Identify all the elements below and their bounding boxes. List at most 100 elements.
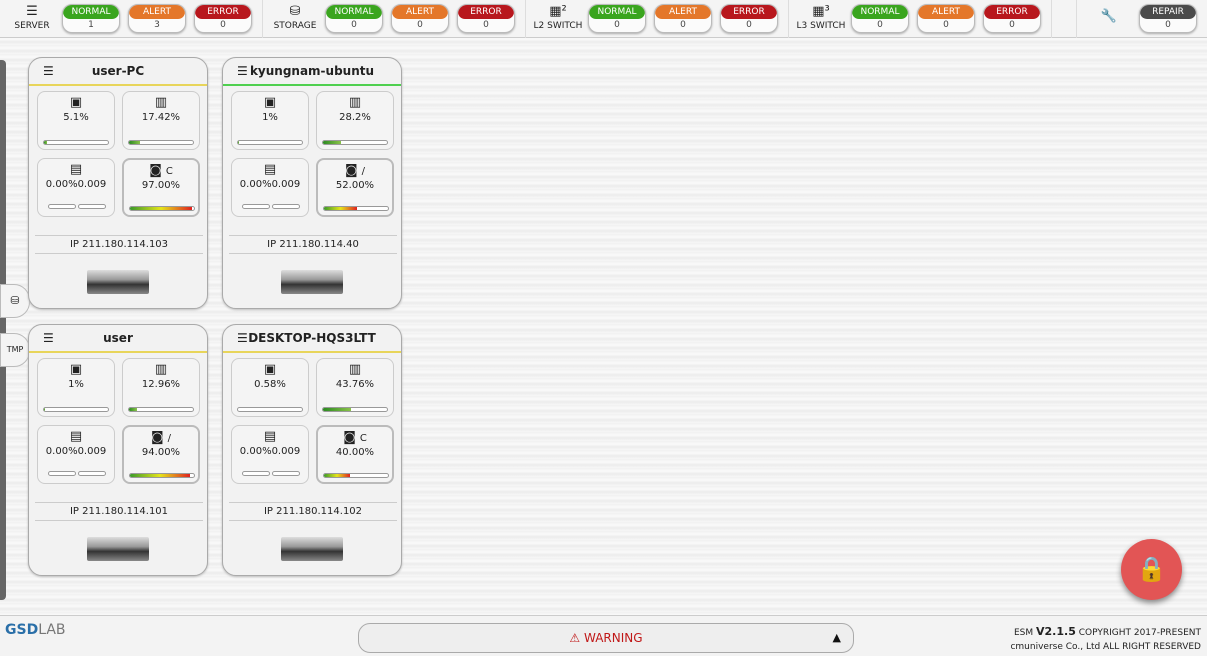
status-count-value: 0 [1009,20,1015,30]
status-group-heading: ☰ SERVER [6,3,58,31]
status-count-value: 1 [88,20,94,30]
server-card-title[interactable]: ☰ DESKTOP-HQS3LTT [223,325,401,353]
status-count-error[interactable]: ERROR 0 [457,4,515,33]
disk-usage-fill [130,207,193,210]
storage-search-icon: ⛁ [10,294,20,307]
disk-usage-fill [324,474,350,477]
wrench-icon: 🔧 [1100,8,1118,24]
storage-search-button[interactable]: ⛁ [0,284,30,318]
status-count-normal[interactable]: NORMAL 1 [62,4,120,33]
ip-address: IP 211.180.114.101 [35,502,203,521]
net-tile[interactable]: ▤ 0.00%0.009 [231,158,309,217]
server-image [281,270,343,294]
mem-usage-bar [128,407,194,412]
server-name: user-PC [91,64,145,78]
cpu-usage-fill [238,141,239,144]
expand-up-icon[interactable]: ▲ [833,624,841,652]
disk-usage-bar [323,206,389,211]
status-group-label: L3 SWITCH [796,20,846,31]
cpu-icon: ▣ [263,95,277,110]
net-out-bar [272,471,300,476]
gsd-lab-logo: GSDLAB [5,622,66,638]
server-image [281,537,343,561]
status-count-label: NORMAL [589,5,645,19]
server-card-title[interactable]: ☰ kyungnam-ubuntu [223,58,401,86]
ip-value: 211.180.114.101 [82,506,169,517]
status-group: ▦³ L3 SWITCH NORMAL 0 ALERT 0 ERROR 0 [789,0,1052,38]
footer: GSDLAB ⚠ WARNING ▲ ESM V2.1.5 COPYRIGHT 2… [0,615,1207,656]
mem-tile[interactable]: ▥ 12.96% [122,358,200,417]
status-count-value: 0 [351,20,357,30]
warning-panel-toggle[interactable]: ⚠ WARNING ▲ [358,623,854,653]
server-icon: ☰ [26,3,38,19]
disk-usage-bar [129,206,195,211]
mem-usage-bar [128,140,194,145]
status-count-error[interactable]: ERROR 0 [720,4,778,33]
status-count-label: ERROR [195,5,251,19]
status-count-label: NORMAL [63,5,119,19]
status-count-normal[interactable]: NORMAL 0 [851,4,909,33]
net-tile[interactable]: ▤ 0.00%0.009 [231,425,309,484]
server-card[interactable]: ☰ kyungnam-ubuntu ▣ 1% ▥ 28.2% ▤ 0.00%0.009 ◙/ 52… [222,57,402,309]
disk-tile[interactable]: ◙/ 52.00% [316,158,394,217]
cpu-tile[interactable]: ▣ 0.58% [231,358,309,417]
server-card[interactable]: ☰ user ▣ 1% ▥ 12.96% ▤ 0.00%0.009 ◙/ 94.00% IP 211… [28,324,208,576]
status-count-repair[interactable]: REPAIR 0 [1139,4,1197,33]
server-image [87,537,149,561]
disk-icon: ◙ / [151,430,171,445]
cpu-tile[interactable]: ▣ 1% [37,358,115,417]
status-count-label: REPAIR [1140,5,1196,19]
mem-tile[interactable]: ▥ 28.2% [316,91,394,150]
disk-icon: ◙ C [343,430,367,445]
cpu-tile[interactable]: ▣ 5.1% [37,91,115,150]
lock-button[interactable]: 🔒 [1121,539,1182,600]
net-in-bar [48,204,76,209]
status-count-alert[interactable]: ALERT 0 [391,4,449,33]
disk-drive-label: / [167,433,171,444]
cpu-usage-bar [43,407,109,412]
memory-icon: ▥ [348,95,362,110]
disk-icon: ◙ / [345,163,365,178]
net-value: 0.00%0.009 [45,179,107,190]
disk-tile[interactable]: ◙ C 40.00% [316,425,394,484]
status-count-error[interactable]: ERROR 0 [983,4,1041,33]
status-count-alert[interactable]: ALERT 0 [654,4,712,33]
switch-l2-icon: ▦² [549,3,567,19]
net-tile[interactable]: ▤ 0.00%0.009 [37,158,115,217]
status-count-alert[interactable]: ALERT 0 [917,4,975,33]
status-count-normal[interactable]: NORMAL 0 [588,4,646,33]
status-group: 🔧 REPAIR 0 [1076,0,1207,38]
status-group-label: L2 SWITCH [533,20,583,31]
cpu-value: 5.1% [63,112,89,123]
status-count-value: 0 [614,20,620,30]
disk-usage-bar [129,473,195,478]
top-status-bar: ☰ SERVER NORMAL 1 ALERT 3 ERROR 0 ⛁ STORAGE NORMAL… [0,0,1207,38]
status-group-heading: ⛁ STORAGE [269,5,321,31]
server-card[interactable]: ☰ DESKTOP-HQS3LTT ▣ 0.58% ▥ 43.76% ▤ 0.00%0.009… [222,324,402,576]
status-count-label: ERROR [984,5,1040,19]
side-panel-handle[interactable] [0,60,6,600]
memory-icon: ▥ [154,362,168,377]
server-icon: ☰ [237,64,248,78]
tmp-button[interactable]: TMP [0,333,30,367]
status-count-alert[interactable]: ALERT 3 [128,4,186,33]
cpu-tile[interactable]: ▣ 1% [231,91,309,150]
status-count-normal[interactable]: NORMAL 0 [325,4,383,33]
disk-tile[interactable]: ◙ C 97.00% [122,158,200,217]
server-card-title[interactable]: ☰ user [29,325,207,353]
status-group-heading: ▦² L2 SWITCH [532,3,584,31]
ip-label: IP [263,506,273,517]
server-icon: ☰ [237,331,248,345]
mem-tile[interactable]: ▥ 43.76% [316,358,394,417]
server-card-title[interactable]: ☰ user-PC [29,58,207,86]
status-count-value: 0 [483,20,489,30]
disk-tile[interactable]: ◙/ 94.00% [122,425,200,484]
mem-usage-fill [129,141,141,144]
disk-drive-label: C [165,166,173,177]
disk-usage-fill [324,207,358,210]
net-tile[interactable]: ▤ 0.00%0.009 [37,425,115,484]
status-count-error[interactable]: ERROR 0 [194,4,252,33]
server-card[interactable]: ☰ user-PC ▣ 5.1% ▥ 17.42% ▤ 0.00%0.009 ◙ C 97.00% I… [28,57,208,309]
mem-tile[interactable]: ▥ 17.42% [122,91,200,150]
net-out-bar [78,471,106,476]
